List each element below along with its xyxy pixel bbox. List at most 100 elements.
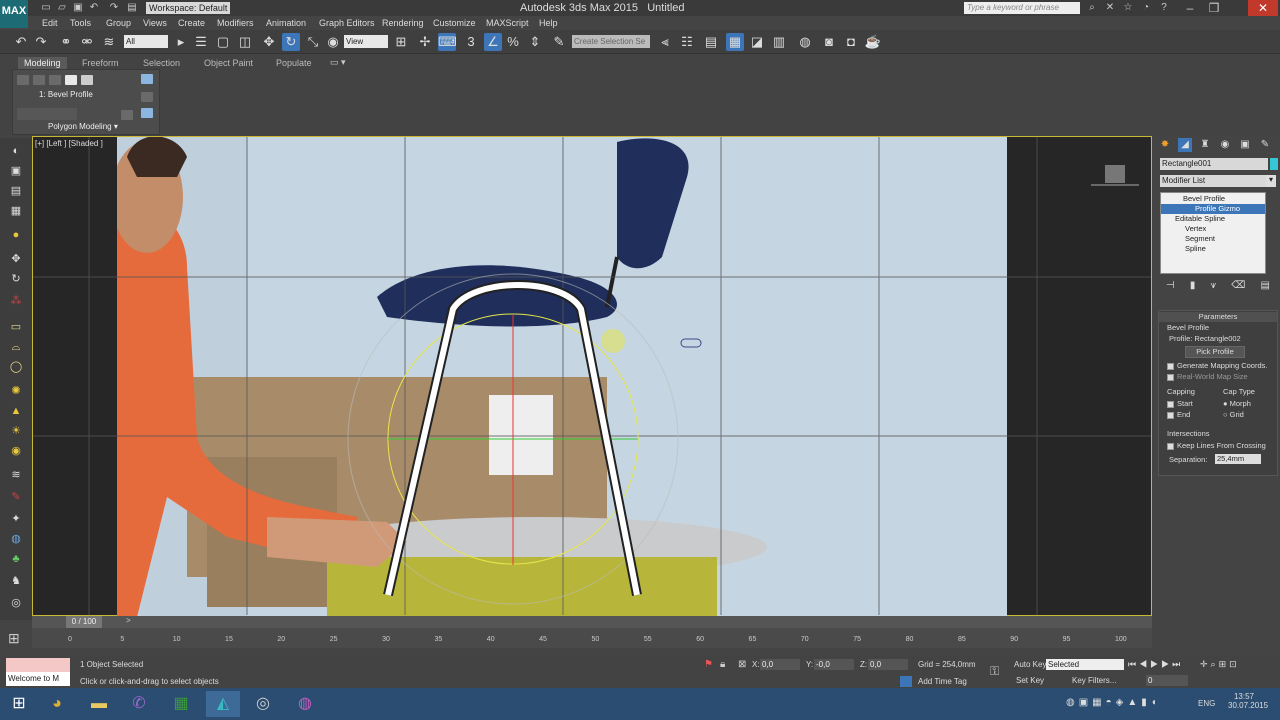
maxscript-mini-listener[interactable]: Welcome to M bbox=[6, 672, 70, 686]
close-icon[interactable]: ✕ bbox=[1248, 0, 1278, 16]
menu-maxscript[interactable]: MAXScript bbox=[486, 16, 529, 30]
schematic-icon[interactable]: ▥ bbox=[770, 33, 788, 51]
star-icon[interactable]: ☆ bbox=[1122, 2, 1134, 14]
grid-radio[interactable]: ○ Grid bbox=[1223, 410, 1244, 420]
element-mode-icon[interactable] bbox=[81, 75, 93, 85]
absolute-mode-icon[interactable]: ⊠ bbox=[738, 659, 746, 670]
align-icon[interactable]: ☷ bbox=[678, 33, 696, 51]
object-name-field[interactable]: Rectangle001 bbox=[1160, 158, 1268, 170]
move-tool-icon[interactable]: ✥ bbox=[8, 252, 24, 266]
pick-profile-button[interactable]: Pick Profile bbox=[1185, 346, 1245, 358]
explorer-icon[interactable]: ▬ bbox=[82, 691, 116, 717]
viewcube-icon[interactable] bbox=[1105, 165, 1125, 183]
percent-snap-icon[interactable]: % bbox=[504, 33, 522, 51]
current-frame-input[interactable]: 0 bbox=[1146, 675, 1188, 686]
chrome-icon[interactable]: ◕ bbox=[40, 691, 74, 717]
playback-controls[interactable]: ⏮◀▶▶⏭ bbox=[1128, 659, 1183, 670]
object-color-swatch[interactable] bbox=[1270, 158, 1278, 170]
skeleton-icon[interactable]: ✦ bbox=[8, 512, 24, 526]
snaps-toggle-icon[interactable]: 3 bbox=[462, 33, 480, 51]
mirror-icon[interactable]: ⫷ bbox=[656, 33, 674, 51]
redo-icon[interactable]: ↷ bbox=[32, 33, 50, 51]
box-icon[interactable]: ▭ bbox=[8, 320, 24, 334]
keep-lines-checkbox[interactable]: Keep Lines From Crossing bbox=[1167, 441, 1266, 451]
undo-icon[interactable]: ↶ bbox=[12, 33, 30, 51]
motion-tab-icon[interactable]: ◉ bbox=[1218, 138, 1232, 152]
modify-tab-icon[interactable]: ◢ bbox=[1178, 138, 1192, 152]
chevron-down-icon[interactable]: ▾ bbox=[1266, 175, 1276, 187]
isolate-icon[interactable]: ⚑ bbox=[704, 659, 713, 670]
stack-controls[interactable] bbox=[17, 108, 77, 120]
stack-item-spline[interactable]: Spline bbox=[1161, 244, 1265, 254]
place-icon[interactable]: ◉ bbox=[324, 33, 342, 51]
angle-snap-icon[interactable]: ∠ bbox=[484, 33, 502, 51]
add-time-tag[interactable]: Add Time Tag bbox=[918, 677, 967, 686]
unique-icon[interactable] bbox=[141, 108, 153, 118]
menu-animation[interactable]: Animation bbox=[266, 16, 306, 30]
separation-input[interactable]: 25,4mm bbox=[1215, 454, 1261, 464]
make-unique-icon[interactable]: ⩛ bbox=[1210, 280, 1216, 291]
ribbon-options-icon[interactable]: ▭ ▾ bbox=[330, 57, 346, 68]
help-icon[interactable]: ? bbox=[1158, 2, 1170, 14]
viewport-left[interactable]: [+] [Left ] [Shaded ] bbox=[32, 136, 1152, 617]
rotate-icon[interactable]: ↻ bbox=[282, 33, 300, 51]
tab-object-paint[interactable]: Object Paint bbox=[198, 57, 259, 69]
remove-modifier-icon[interactable]: ⌫ bbox=[1231, 280, 1245, 291]
biped-icon[interactable]: ♞ bbox=[8, 574, 24, 588]
new-file-icon[interactable]: ▭ bbox=[40, 2, 52, 14]
language-indicator[interactable]: ENG bbox=[1198, 699, 1215, 708]
reference-coord-dropdown[interactable]: View bbox=[344, 35, 388, 48]
globe-icon[interactable]: ◍ bbox=[8, 532, 24, 546]
user-icon[interactable]: ◔ bbox=[1140, 2, 1152, 14]
border-mode-icon[interactable] bbox=[49, 75, 61, 85]
select-object-icon[interactable]: ▸ bbox=[172, 33, 190, 51]
move-icon[interactable]: ✥ bbox=[260, 33, 278, 51]
menu-tools[interactable]: Tools bbox=[70, 16, 91, 30]
redo-icon[interactable]: ↷ bbox=[108, 2, 120, 14]
system-tray-icons[interactable]: ◍▣▦◓◈▲▮◖ bbox=[1066, 697, 1161, 708]
selection-filter-dropdown[interactable]: All bbox=[124, 35, 168, 48]
render-setup-icon[interactable]: ◙ bbox=[820, 33, 838, 51]
cap-start-checkbox[interactable]: Start bbox=[1167, 399, 1193, 409]
windows-start-icon[interactable]: ⊞ bbox=[2, 691, 36, 717]
camera-icon[interactable]: ▣ bbox=[8, 164, 24, 178]
time-slider-thumb[interactable]: 0 / 100 bbox=[66, 616, 102, 628]
menu-create[interactable]: Create bbox=[178, 16, 205, 30]
morph-radio[interactable]: ● Morph bbox=[1223, 399, 1251, 409]
helper-icon[interactable]: ◉ bbox=[8, 444, 24, 458]
pin-stack-icon[interactable]: ⊣ bbox=[1166, 280, 1175, 291]
hair-icon[interactable]: ≋ bbox=[8, 468, 24, 482]
show-end-result-icon[interactable]: ▮ bbox=[1190, 280, 1196, 291]
toggle-icon[interactable] bbox=[121, 110, 133, 120]
tab-freeform[interactable]: Freeform bbox=[76, 57, 125, 69]
maximize-icon[interactable]: ❐ bbox=[1204, 0, 1224, 16]
minimize-icon[interactable]: – bbox=[1180, 0, 1200, 16]
rect-selection-icon[interactable]: ▢ bbox=[214, 33, 232, 51]
track-bar[interactable]: 0 5 10 15 20 25 30 35 40 45 50 55 60 65 70 75 80 85 90 95 10… bbox=[32, 628, 1152, 648]
paint-icon[interactable]: ✎ bbox=[8, 490, 24, 504]
utilities-tab-icon[interactable]: ✎ bbox=[1258, 138, 1272, 152]
edge-mode-icon[interactable] bbox=[33, 75, 45, 85]
display-tab-icon[interactable]: ▣ bbox=[1238, 138, 1252, 152]
material-editor-icon[interactable]: ◍ bbox=[796, 33, 814, 51]
unlink-icon[interactable]: ⚮ bbox=[78, 33, 96, 51]
workspace-dropdown[interactable]: Workspace: Default bbox=[146, 2, 230, 14]
foliage-icon[interactable]: ♣ bbox=[8, 552, 24, 566]
light-icon[interactable]: ● bbox=[8, 228, 24, 242]
stack-item-segment[interactable]: Segment bbox=[1161, 234, 1265, 244]
sphere-icon[interactable]: ◯ bbox=[8, 360, 24, 374]
lock-icon[interactable]: 🔒︎ bbox=[720, 659, 725, 670]
display-icon[interactable]: ▦ bbox=[8, 204, 24, 218]
create-tab-icon[interactable]: ✸ bbox=[1158, 138, 1172, 152]
spreadsheet-icon[interactable]: ▦ bbox=[164, 691, 198, 717]
teapot-icon[interactable]: ▲ bbox=[8, 404, 24, 418]
render-tool-icon[interactable]: ◎ bbox=[8, 596, 24, 610]
panel-label[interactable]: Polygon Modeling ▾ bbox=[48, 122, 118, 131]
menu-rendering[interactable]: Rendering bbox=[382, 16, 424, 30]
render-icon[interactable]: ☕ bbox=[864, 33, 882, 51]
viber-icon[interactable]: ✆ bbox=[122, 691, 156, 717]
save-file-icon[interactable]: ▣ bbox=[72, 2, 84, 14]
y-coord-input[interactable]: -0,0 bbox=[814, 659, 854, 670]
pivot-center-icon[interactable]: ⊞ bbox=[392, 33, 410, 51]
select-by-name-icon[interactable]: ☰ bbox=[192, 33, 210, 51]
